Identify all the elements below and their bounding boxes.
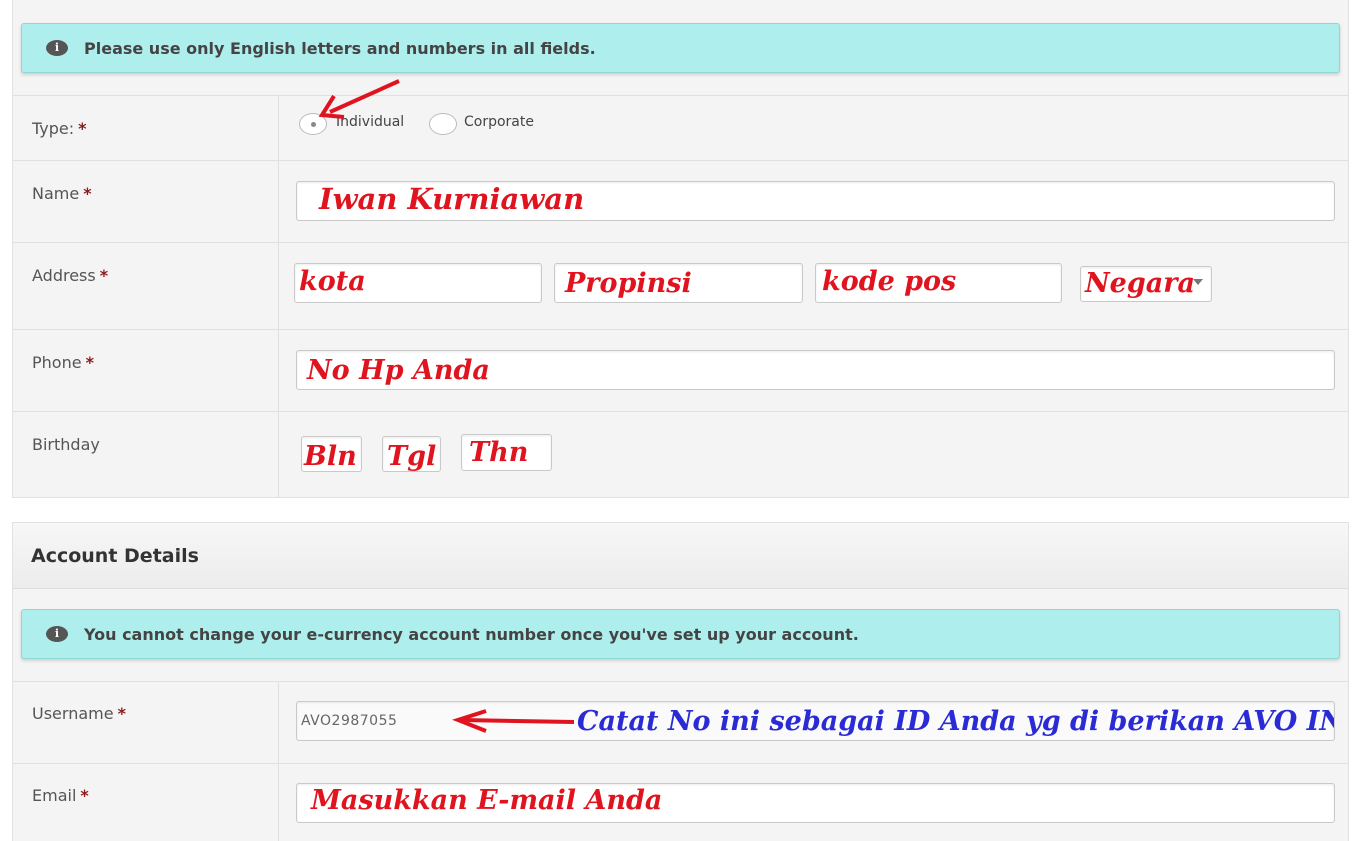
red-arrow-icon xyxy=(452,709,575,733)
annotation-arrows xyxy=(318,79,575,733)
red-arrow-icon xyxy=(318,79,400,119)
